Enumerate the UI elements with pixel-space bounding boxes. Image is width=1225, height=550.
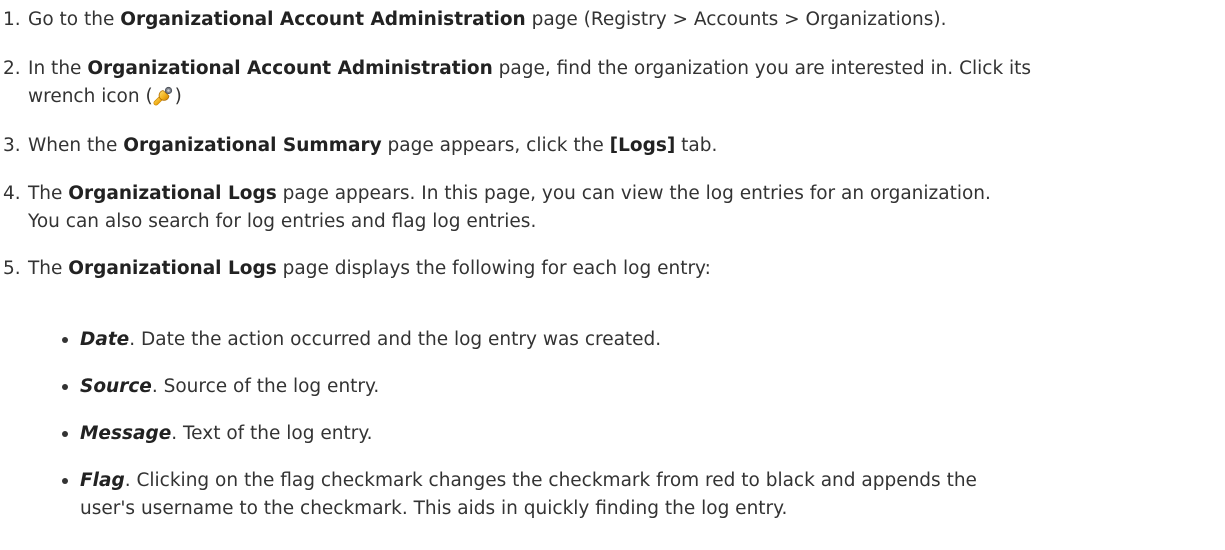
step-text: Go to the Organizational Account Adminis… [28,6,1218,34]
bullet-dot [62,337,68,343]
step-number: 4. [3,183,21,204]
list-item-text-line-2: user's username to the checkmark. This a… [80,495,1215,523]
tab-name: [Logs] [609,135,676,156]
field-term: Source [80,376,152,397]
step-text: The Organizational Logs page displays th… [28,255,1218,283]
field-description: . Clicking on the flag checkmark changes… [124,470,977,491]
field-description: user's username to the checkmark. This a… [80,498,788,519]
field-term: Flag [80,470,125,491]
step-text: When the Organizational Summary page app… [28,132,1218,160]
step-number: 1. [3,9,21,30]
step-text: The Organizational Logs page appears. In… [28,180,1218,208]
page-name: Organizational Summary [123,135,382,156]
step-text-line-2: You can also search for log entries and … [28,208,1218,236]
field-description: . Date the action occurred and the log e… [129,329,662,350]
step-number: 3. [3,135,21,156]
page-name: Organizational Account Administration [120,9,526,30]
step-text-part: Go to the [28,9,121,30]
bullet-dot [62,384,68,390]
step-number: 5. [3,258,21,279]
page-name: Organizational Logs [68,258,277,279]
field-term: Message [80,423,172,444]
step-text-part: In the [28,58,88,79]
field-term: Date [80,329,130,350]
bullet-dot [62,431,68,437]
list-item-text: Date. Date the action occurred and the l… [80,326,1215,354]
list-item-text: Source. Source of the log entry. [80,373,1215,401]
field-description: . Source of the log entry. [151,376,380,397]
step-text-line-2: wrench icon ( ) [28,83,1218,111]
page-name: Organizational Account Administration [87,58,493,79]
wrench-icon [153,84,175,106]
step-text-part: You can also search for log entries and … [28,211,537,232]
step-text-part: page appears. In this page, you can view… [276,183,991,204]
step-text-part: page (Registry > Accounts > Organization… [525,9,947,30]
step-text-part: page displays the following for each log… [276,258,711,279]
step-text-part: The [28,258,69,279]
step-number: 2. [3,58,21,79]
page-name: Organizational Logs [68,183,277,204]
step-text-part: The [28,183,69,204]
list-item-text: Flag. Clicking on the flag checkmark cha… [80,467,1215,495]
step-text: In the Organizational Account Administra… [28,55,1218,83]
field-description: . Text of the log entry. [171,423,373,444]
step-text-part: tab. [675,135,718,156]
step-text-part: page, find the organization you are inte… [492,58,1032,79]
step-text-part: ) [174,86,182,107]
step-text-part: When the [28,135,124,156]
list-item-text: Message. Text of the log entry. [80,420,1215,448]
document: 1. Go to the Organizational Account Admi… [0,0,1225,550]
step-text-part: wrench icon ( [28,86,153,107]
step-text-part: page appears, click the [381,135,610,156]
bullet-dot [62,478,68,484]
